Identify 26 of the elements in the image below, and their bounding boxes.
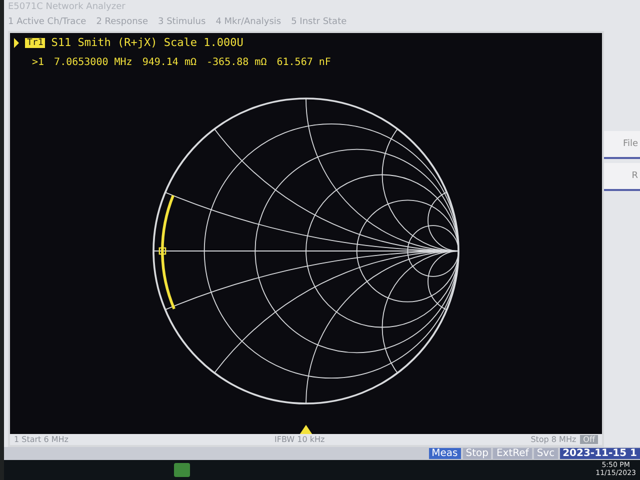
softkey-button[interactable]: R xyxy=(604,163,640,191)
trace-badge: Tr1 xyxy=(25,38,46,48)
status-indicator: Stop xyxy=(462,448,492,459)
active-trace-icon xyxy=(14,38,19,48)
off-indicator: Off xyxy=(580,435,598,444)
marker-resistance: 949.14 mΩ xyxy=(142,57,197,68)
marker-capacitance: 61.567 nF xyxy=(276,57,331,68)
marker-reactance: -365.88 mΩ xyxy=(206,57,267,68)
menu-item[interactable]: 2 Response xyxy=(96,17,148,27)
marker-frequency: 7.0653000 MHz xyxy=(54,57,132,68)
softkey-button[interactable]: File xyxy=(604,131,640,159)
status-indicator: ExtRef xyxy=(493,448,532,459)
stop-frequency: Stop 8 MHz xyxy=(530,435,576,444)
marker-icon xyxy=(158,247,166,255)
date-time: 2023-11-15 1 xyxy=(560,448,640,459)
trace-title: S11 Smith (R+jX) Scale 1.000U xyxy=(51,36,244,49)
marker-label: >1 xyxy=(32,57,44,68)
status-indicator: Svc xyxy=(534,448,558,459)
menu-item[interactable]: 3 Stimulus xyxy=(158,17,206,27)
menu-item[interactable]: 5 Instr State xyxy=(291,17,347,27)
app-icon[interactable] xyxy=(174,463,190,477)
menu-item[interactable]: 4 Mkr/Analysis xyxy=(216,17,282,27)
start-frequency: 1 Start 6 MHz xyxy=(14,435,68,444)
menu-item[interactable]: 1 Active Ch/Trace xyxy=(8,17,86,27)
ifbw-label: IFBW 10 kHz xyxy=(274,435,325,444)
status-indicator: Meas xyxy=(428,448,461,459)
